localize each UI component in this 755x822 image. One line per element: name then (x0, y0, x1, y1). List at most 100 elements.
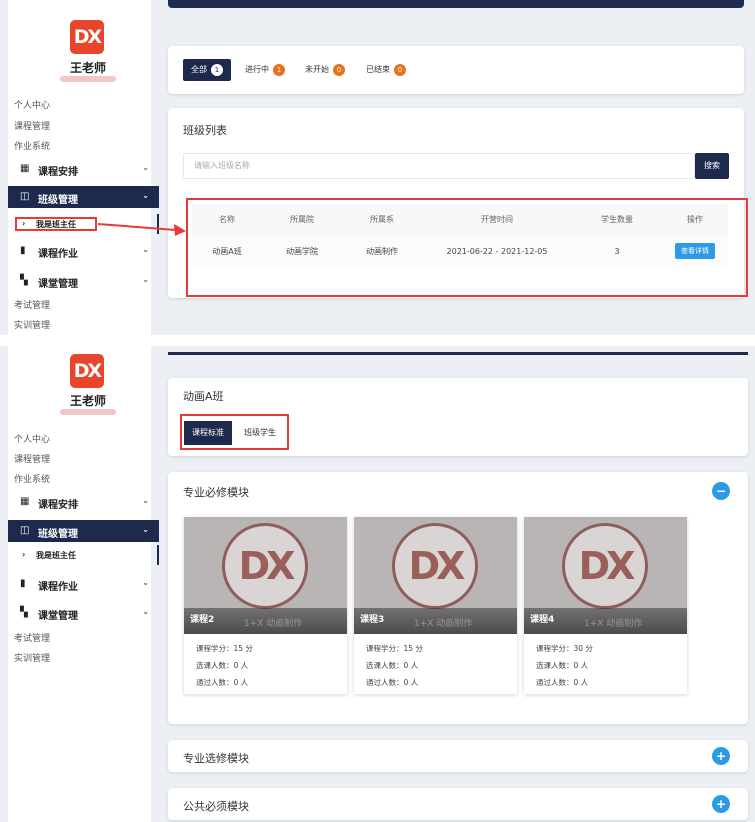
sidebar-subitem-label: 我是班主任 (36, 551, 76, 560)
sidebar-item-exam-management[interactable]: 考试管理 (14, 298, 50, 311)
expand-icon[interactable]: + (712, 795, 730, 813)
course-logo-icon: DX (562, 523, 648, 609)
sidebar-item-course-homework[interactable]: ▮ 课程作业 ⌄ (8, 573, 159, 595)
sidebar-item-training-management[interactable]: 实训管理 (14, 651, 50, 664)
sidebar-item-homework-system[interactable]: 作业系统 (14, 139, 50, 152)
course-passed: 通过人数：0 人 (536, 678, 589, 687)
course-cover: DX 1+X 动画制作 课程4 (524, 517, 687, 634)
chevron-right-icon: › (22, 550, 26, 559)
book-icon: ▚ (20, 275, 28, 286)
count-badge: 1 (273, 63, 285, 76)
sidebar-item-class-management[interactable]: ◫ 班级管理 ⌄ (8, 186, 159, 208)
sidebar-item-classroom-management[interactable]: ▚ 课堂管理 ⌄ (8, 270, 159, 292)
tab-all[interactable]: 全部 1 (183, 59, 231, 81)
chevron-down-icon: ⌄ (142, 525, 149, 534)
course-name: 课程2 (190, 615, 215, 625)
teacher-subtitle (60, 76, 116, 82)
count-badge: 0 (394, 63, 406, 76)
chevron-down-icon: ⌄ (142, 496, 149, 505)
sidebar-item-classroom-management[interactable]: ▚ 课堂管理 ⌄ (8, 602, 159, 624)
sidebar-subitem-head-teacher[interactable]: › 我是班主任 (14, 545, 159, 565)
course-enrolled: 选课人数：0 人 (536, 661, 589, 670)
sidebar: DX 王老师 个人中心 课程管理 作业系统 ▦ 课程安排 ⌄ ◫ 班级管理 ⌄ … (8, 0, 159, 335)
tab-label: 未开始 (305, 65, 329, 74)
sidebar-item-personal-center[interactable]: 个人中心 (14, 98, 50, 111)
course-card[interactable]: DX 1+X 动画制作 课程3 课程学分：15 分 选课人数：0 人 通过人数：… (354, 517, 517, 694)
class-search-input[interactable]: 请输入班级名称 (183, 153, 695, 179)
course-credits: 课程学分：30 分 (536, 644, 593, 653)
collapse-icon[interactable]: − (712, 482, 730, 500)
tab-not-started[interactable]: 未开始 0 (305, 59, 345, 81)
search-button[interactable]: 搜索 (695, 153, 729, 179)
book-icon: ▚ (20, 607, 28, 618)
sidebar-item-personal-center[interactable]: 个人中心 (14, 432, 50, 445)
course-name: 课程4 (530, 615, 555, 625)
sidebar-item-label: 课堂管理 (38, 611, 78, 622)
cover-watermark: 1+X 动画制作 (244, 619, 303, 629)
course-credits: 课程学分：15 分 (366, 644, 423, 653)
sidebar-item-course-homework[interactable]: ▮ 课程作业 ⌄ (8, 240, 159, 262)
course-enrolled: 选课人数：0 人 (196, 661, 249, 670)
module-elective-card: 专业选修模块 + (168, 740, 748, 772)
sidebar-item-course-management[interactable]: 课程管理 (14, 452, 50, 465)
homework-icon: ▮ (20, 245, 26, 256)
course-card[interactable]: DX 1+X 动画制作 课程2 课程学分：15 分 选课人数：0 人 通过人数：… (184, 517, 347, 694)
sidebar: DX 王老师 个人中心 课程管理 作业系统 ▦ 课程安排 ⌄ ◫ 班级管理 ⌄ … (8, 346, 159, 822)
course-passed: 通过人数：0 人 (196, 678, 249, 687)
highlight-box-table (186, 198, 748, 297)
homework-icon: ▮ (20, 578, 26, 589)
sidebar-item-label: 课程作业 (38, 249, 78, 260)
teacher-name: 王老师 (69, 394, 106, 408)
chevron-down-icon: ⌄ (142, 245, 149, 254)
screenshot-class-list: DX 王老师 个人中心 课程管理 作业系统 ▦ 课程安排 ⌄ ◫ 班级管理 ⌄ … (0, 0, 755, 335)
sidebar-item-course-management[interactable]: 课程管理 (14, 119, 50, 132)
chevron-down-icon: ⌄ (142, 578, 149, 587)
sidebar-item-course-schedule[interactable]: ▦ 课程安排 ⌄ (8, 158, 159, 180)
tab-in-progress[interactable]: 进行中 1 (245, 59, 285, 81)
tab-label: 全部 (191, 65, 207, 74)
course-cover: DX 1+X 动画制作 课程2 (184, 517, 347, 634)
tab-finished[interactable]: 已结束 0 (366, 59, 406, 81)
sidebar-item-label: 课程安排 (38, 500, 78, 511)
sidebar-item-label: 课堂管理 (38, 279, 78, 290)
sidebar-item-label: 课程作业 (38, 582, 78, 593)
tab-label: 已结束 (366, 65, 390, 74)
calendar-icon: ▦ (20, 496, 30, 507)
expand-icon[interactable]: + (712, 747, 730, 765)
top-header-bar (168, 0, 744, 8)
class-list-title: 班级列表 (183, 124, 227, 137)
chevron-down-icon: ⌄ (142, 607, 149, 616)
logo-icon: DX (70, 354, 104, 388)
top-header-bar (168, 352, 748, 355)
course-logo-text: DX (238, 544, 296, 588)
class-detail-title: 动画A班 (183, 390, 224, 403)
chevron-down-icon: ⌄ (142, 191, 149, 200)
sidebar-item-label: 课程安排 (38, 167, 78, 178)
cover-watermark: 1+X 动画制作 (414, 619, 473, 629)
course-logo-text: DX (408, 544, 466, 588)
sidebar-item-exam-management[interactable]: 考试管理 (14, 631, 50, 644)
teacher-subtitle (60, 409, 116, 415)
chevron-down-icon: ⌄ (142, 275, 149, 284)
logo-icon: DX (70, 20, 104, 54)
sidebar-item-course-schedule[interactable]: ▦ 课程安排 ⌄ (8, 491, 159, 513)
sidebar-item-label: 班级管理 (38, 529, 78, 540)
sidebar-item-homework-system[interactable]: 作业系统 (14, 472, 50, 485)
sidebar-item-training-management[interactable]: 实训管理 (14, 318, 50, 331)
cover-watermark: 1+X 动画制作 (584, 619, 643, 629)
class-icon: ◫ (20, 191, 30, 202)
tab-label: 进行中 (245, 65, 269, 74)
course-cover: DX 1+X 动画制作 课程3 (354, 517, 517, 634)
module-title: 专业选修模块 (183, 752, 249, 765)
course-card[interactable]: DX 1+X 动画制作 课程4 课程学分：30 分 选课人数：0 人 通过人数：… (524, 517, 687, 694)
module-public-card: 公共必须模块 + (168, 788, 748, 820)
sidebar-item-class-management[interactable]: ◫ 班级管理 ⌄ (8, 520, 159, 542)
course-logo-icon: DX (392, 523, 478, 609)
module-title: 公共必须模块 (183, 800, 249, 813)
course-name: 课程3 (360, 615, 385, 625)
module-required-card: 专业必修模块 − DX 1+X 动画制作 课程2 课程学分：15 分 选课人数：… (168, 472, 748, 724)
calendar-icon: ▦ (20, 163, 30, 174)
course-enrolled: 选课人数：0 人 (366, 661, 419, 670)
course-credits: 课程学分：15 分 (196, 644, 253, 653)
class-icon: ◫ (20, 525, 30, 536)
